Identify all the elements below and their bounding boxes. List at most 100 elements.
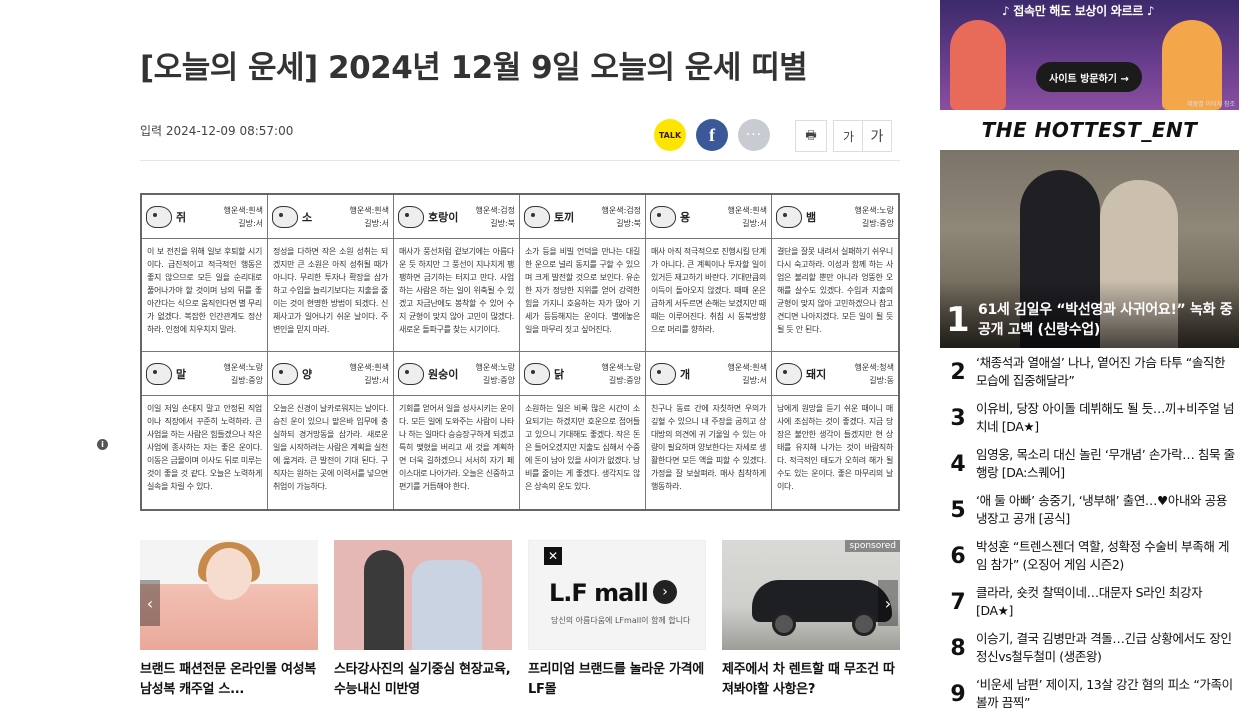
rat-icon (146, 205, 172, 228)
hottest-item[interactable]: 7 클라라, 숏컷 찰떡이네…대문자 S라인 최강자 [DA★] (940, 582, 1239, 622)
ad-card[interactable]: sponsored 제주에서 차 렌트할 때 무조건 따져봐야할 사항은? (722, 540, 900, 700)
hottest-item[interactable]: 5 ‘애 둘 아빠’ 송중기, ‘냉부해’ 출연…♥아내와 공용 냉장고 공개 [… (940, 490, 1239, 530)
font-size-increase-button[interactable]: 가 (862, 120, 892, 152)
ad-title[interactable]: 프리미엄 브랜드를 놀라운 가격에 LF몰 (528, 660, 706, 700)
animal-name: 양 (302, 367, 313, 381)
recommended-ads: 브랜드 패션전문 온라인몰 여성복 남성복 캐주얼 스... 스타강사진의 실기… (140, 540, 900, 723)
rank-number: 4 (950, 451, 966, 477)
rank-number: 8 (950, 635, 966, 661)
lucky-color: 행운색:흰색 (727, 362, 768, 372)
ad-card[interactable]: 스타강사진의 실기중심 현장교육, 수능내신 미반영 (334, 540, 512, 700)
hottest-item-title[interactable]: 박성훈 “트렌스젠더 역할, 성확정 수술비 부족해 게임 참가” (오징어 게… (976, 538, 1239, 574)
close-icon[interactable]: ✕ (544, 547, 562, 565)
rooster-icon (524, 362, 550, 385)
top-story-caption[interactable]: 61세 김일우 “박선영과 사귀어요!” 녹화 중 공개 고백 (신랑수업) (978, 300, 1233, 340)
rabbit-icon (524, 205, 550, 228)
lucky-direction: 길방:동 (869, 375, 894, 385)
kakaotalk-share-button[interactable]: TALK (654, 119, 686, 151)
ad-image[interactable]: sponsored (722, 540, 900, 650)
rank-number: 7 (950, 589, 966, 615)
carousel-next-button[interactable]: › (878, 580, 898, 626)
fortune-text: 결단을 잘못 내려서 실패하기 쉬우니 다시 숙고하라. 이성과 함께 하는 사… (777, 247, 893, 334)
animal-name: 개 (680, 367, 691, 381)
hottest-item[interactable]: 6 박성훈 “트렌스젠더 역할, 성확정 수술비 부족해 게임 참가” (오징어 … (940, 536, 1239, 576)
ad-image[interactable]: ✕ L.F mall › 당신의 아름다움에 LFmall이 함께 합니다 (528, 540, 706, 650)
hottest-item-title[interactable]: ‘애 둘 아빠’ 송중기, ‘냉부해’ 출연…♥아내와 공용 냉장고 공개 [공… (976, 492, 1239, 528)
chevron-left-icon: ‹ (146, 593, 154, 613)
lucky-direction: 길방:중앙 (230, 375, 263, 385)
animal-name: 뱀 (806, 210, 817, 224)
animal-name: 토끼 (554, 210, 575, 224)
lucky-color: 행운색:노랑 (601, 362, 642, 372)
fortune-cell: 소 행운색:흰색 길방:서 정성을 다하면 작은 소원 성취는 되겠지만 큰 소원은 … (268, 195, 394, 352)
lucky-color: 행운색:노랑 (223, 362, 264, 372)
fortune-text: 오늘은 신경이 날카로워지는 날이다. 승진 운이 있으니 맡은바 임무에 충실… (273, 404, 388, 491)
ad-image[interactable] (334, 540, 512, 650)
visit-site-button[interactable]: 사이트 방문하기 → (1036, 62, 1142, 92)
hottest-item-title[interactable]: ‘비운세 남편’ 제이지, 13살 강간 혐의 피소 “가족이 볼까 끔찍” (976, 676, 1239, 712)
carousel-prev-button[interactable]: ‹ (140, 580, 160, 626)
hottest-item-title[interactable]: 임영웅, 목소리 대신 놀린 ‘무개념’ 손가락… 침묵 줄행랑 [DA:스퀘어… (976, 446, 1239, 482)
pig-icon (776, 362, 802, 385)
monkey-icon (398, 362, 424, 385)
lucky-color: 행운색:흰색 (223, 205, 264, 215)
hottest-item-title[interactable]: 이승기, 결국 김병만과 격돌…긴급 상황에서도 장인정신vs철두철미 (생존왕… (976, 630, 1239, 666)
ox-icon (272, 205, 298, 228)
top-story[interactable]: 1 61세 김일우 “박선영과 사귀어요!” 녹화 중 공개 고백 (신랑수업) (940, 150, 1239, 348)
animal-name: 말 (176, 367, 187, 381)
ad-card[interactable]: ✕ L.F mall › 당신의 아름다움에 LFmall이 함께 합니다 프리… (528, 540, 706, 700)
horse-icon (146, 362, 172, 385)
ad-title[interactable]: 브랜드 패션전문 온라인몰 여성복 남성복 캐주얼 스... (140, 660, 318, 700)
print-icon: 🖶 (805, 127, 817, 142)
more-share-button[interactable]: ··· (738, 119, 770, 151)
fortune-cell: 뱀 행운색:노랑길방:중앙결단을 잘못 내려서 실패하기 쉬우니 다시 숙고하라.… (772, 195, 898, 352)
zodiac-fortune-table: 쥐 행운색:흰색 길방:서 이 보 전진을 위해 일보 후퇴할 시기이다. 급진적이고… (140, 193, 900, 511)
facebook-share-button[interactable]: f (696, 119, 728, 151)
chevron-right-icon: › (884, 593, 892, 613)
fortune-text: 친구나 동료 간에 자칫하면 우의가 깊혈 수 있으니 내 주장을 굽히고 상대… (651, 404, 766, 491)
rank-number: 3 (950, 405, 966, 431)
fortune-cell: 양 행운색:흰색 길방:서 오늘은 신경이 날카로워지는 날이다. 승진 운이 있으니… (268, 352, 394, 509)
rank-number: 6 (950, 543, 966, 569)
snake-icon (776, 205, 802, 228)
animal-name: 쥐 (176, 210, 187, 224)
font-size-decrease-button[interactable]: 가 (833, 120, 863, 152)
animal-name: 호랑이 (428, 210, 459, 224)
fortune-cell: 용 행운색:흰색 길방:서 매사 아직 적극적으로 진행시킬 단계가 아니다. 큰 계… (646, 195, 772, 352)
game-ad-banner[interactable]: ♪ 접속만 해도 보상이 와르르 ♪ 사이트 방문하기 → 제품별 이미지 참조 (940, 0, 1239, 110)
lucky-direction: 길방:중앙 (861, 218, 894, 228)
hottest-item[interactable]: 8 이승기, 결국 김병만과 격돌…긴급 상황에서도 장인정신vs철두철미 (생존… (940, 628, 1239, 668)
print-button[interactable]: 🖶 (795, 120, 827, 152)
info-icon[interactable]: i (97, 439, 108, 450)
rank-number: 2 (950, 359, 966, 385)
ad-card[interactable]: 브랜드 패션전문 온라인몰 여성복 남성복 캐주얼 스... (140, 540, 318, 700)
lucky-direction: 길방:북 (616, 218, 641, 228)
lucky-color: 행운색:검정 (601, 205, 642, 215)
lucky-direction: 길방:서 (364, 218, 389, 228)
dog-icon (650, 362, 676, 385)
article-dateline: 입력 2024-12-09 08:57:00 (140, 124, 294, 138)
lucky-color: 행운색:노랑 (854, 205, 895, 215)
hottest-item[interactable]: 4 임영웅, 목소리 대신 놀린 ‘무개념’ 손가락… 침묵 줄행랑 [DA:스퀘… (940, 444, 1239, 484)
fortune-text: 정성을 다하면 작은 소원 성취는 되겠지만 큰 소원은 아직 성취될 때가 아… (273, 247, 388, 334)
fortune-text: 소가 등을 비빌 언덕을 만나는 대길한 운으로 널리 동지를 구할 수 있으며… (525, 247, 640, 334)
ad-image[interactable] (140, 540, 318, 650)
lucky-direction: 길방:북 (490, 218, 515, 228)
hottest-item[interactable]: 2 ‘채종석과 열애설’ 나나, 옅어진 가슴 타투 “솔직한 모습에 집중해달라… (940, 352, 1239, 392)
rank-number: 1 (946, 300, 970, 340)
hottest-item-title[interactable]: ‘채종석과 열애설’ 나나, 옅어진 가슴 타투 “솔직한 모습에 집중해달라” (976, 354, 1239, 390)
tiger-icon (398, 205, 424, 228)
animal-name: 원숭이 (428, 367, 459, 381)
lucky-color: 행운색:검정 (475, 205, 516, 215)
hottest-item[interactable]: 3 이유비, 당장 아이돌 데뷔해도 될 듯…끼+비주얼 넘치네 [DA★] (940, 398, 1239, 438)
ad-title[interactable]: 제주에서 차 렌트할 때 무조건 따져봐야할 사항은? (722, 660, 900, 700)
hottest-item-title[interactable]: 클라라, 숏컷 찰떡이네…대문자 S라인 최강자 [DA★] (976, 584, 1239, 620)
character-illustration (950, 20, 1006, 110)
hottest-item[interactable]: 9 ‘비운세 남편’ 제이지, 13살 강간 혐의 피소 “가족이 볼까 끔찍” (940, 674, 1239, 714)
header-divider (140, 160, 900, 161)
hottest-ent-title: THE HOTTEST_ENT (981, 118, 1198, 142)
ad-title[interactable]: 스타강사진의 실기중심 현장교육, 수능내신 미반영 (334, 660, 512, 700)
hottest-item-title[interactable]: 이유비, 당장 아이돌 데뷔해도 될 듯…끼+비주얼 넘치네 [DA★] (976, 400, 1239, 436)
banner-footnote: 제품별 이미지 참조 (1187, 101, 1235, 108)
sponsored-badge: sponsored (845, 540, 900, 552)
